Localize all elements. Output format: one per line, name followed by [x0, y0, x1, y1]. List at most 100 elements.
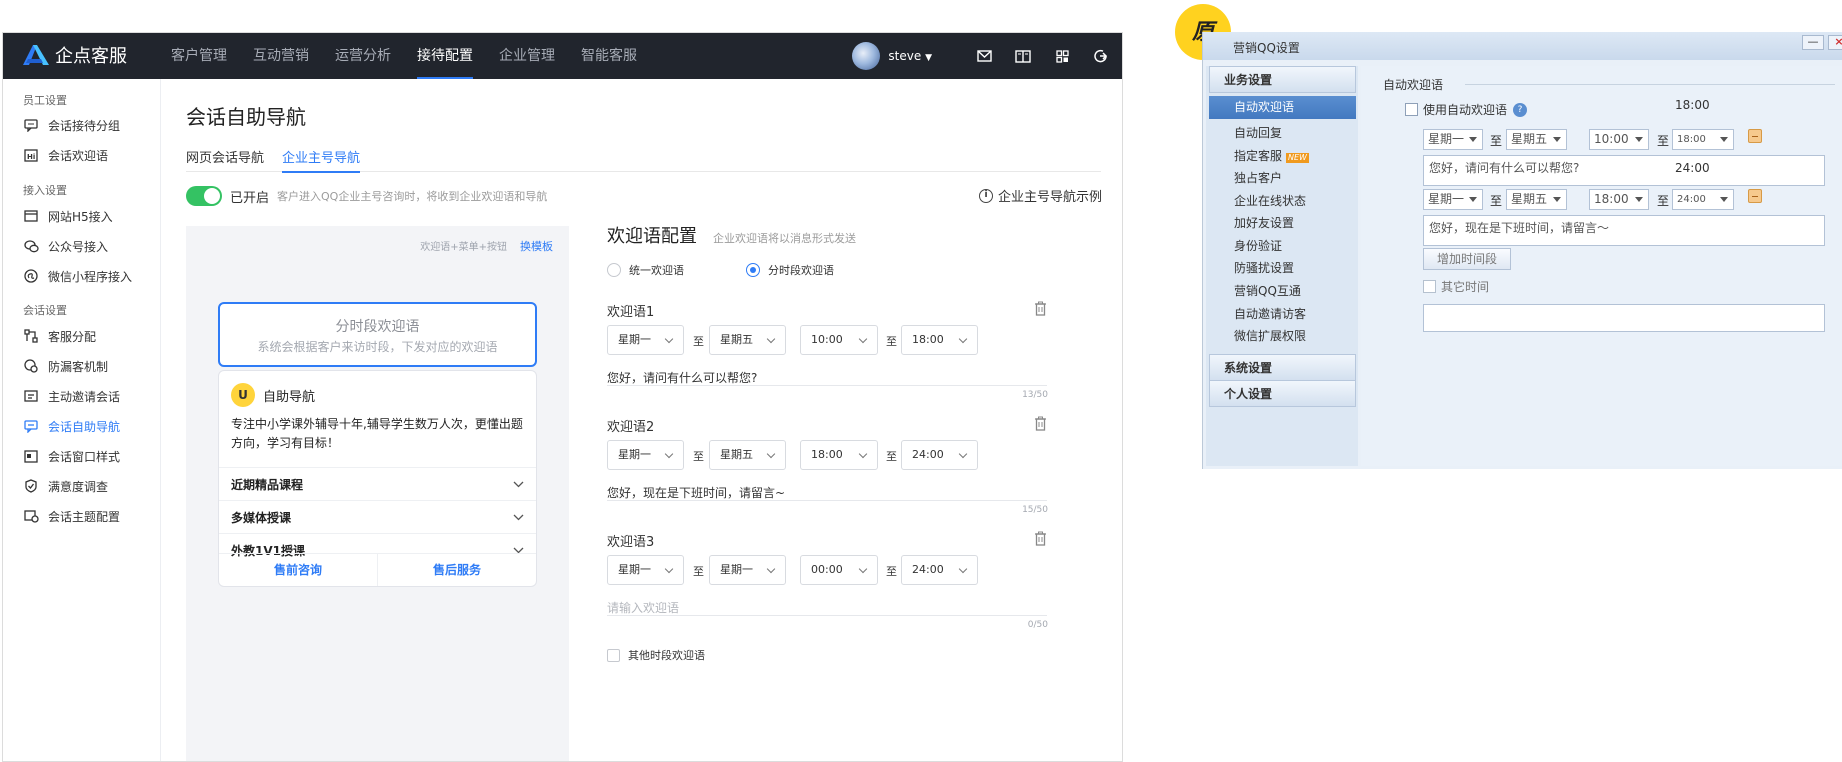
radio-timesliced[interactable] [746, 263, 760, 277]
sidebar-group-access: 接入设置 [23, 184, 67, 197]
nav-smart-service[interactable]: 智能客服 [581, 33, 637, 79]
mail-icon[interactable] [975, 47, 993, 65]
old-day-from-select[interactable]: 星期一 [1423, 189, 1483, 210]
sidebar-item-survey[interactable]: 满意度调查 [23, 477, 108, 495]
trash-icon[interactable] [1034, 531, 1047, 546]
old-window-title: 营销QQ设置 [1233, 41, 1300, 55]
old-item-auto-reply[interactable]: 自动回复 [1234, 124, 1282, 141]
welcome-text-input[interactable]: 请输入欢迎语 [607, 599, 679, 616]
day-from-select[interactable]: 星期一 [607, 555, 684, 585]
user-avatar[interactable] [852, 42, 881, 70]
time-to-select[interactable]: 24:00 [901, 440, 978, 470]
old-item-assigned-agent[interactable]: 指定客服 NEW [1234, 147, 1309, 164]
sidebar-item-window-style[interactable]: 会话窗口样式 [23, 447, 120, 465]
old-section-personal[interactable]: 个人设置 [1209, 380, 1356, 407]
welcome-text-input[interactable]: 您好，现在是下班时间，请留言~ [607, 484, 785, 501]
help-icon[interactable]: ? [1513, 102, 1528, 117]
to-label: 至 [693, 450, 704, 463]
nav-enterprise[interactable]: 企业管理 [499, 33, 555, 79]
presale-button[interactable]: 售前咨询 [219, 554, 377, 586]
other-time-row: 其他时段欢迎语 [607, 647, 705, 663]
old-item-auto-invite[interactable]: 自动邀请访客 [1234, 305, 1306, 322]
grid-apps-icon[interactable] [1053, 47, 1071, 65]
sidebar-item-wechat-official[interactable]: 公众号接入 [23, 237, 108, 255]
old-time-to-select[interactable]: 24:00 [1672, 189, 1734, 210]
other-time-checkbox[interactable] [607, 648, 620, 662]
old-other-time-input[interactable] [1423, 304, 1825, 332]
old-item-qq-interop[interactable]: 营销QQ互通 [1234, 282, 1301, 299]
trash-icon[interactable] [1034, 301, 1047, 316]
brand-logo[interactable]: 企点客服 [21, 42, 127, 68]
old-day-to-select[interactable]: 星期五 [1506, 189, 1567, 210]
day-to-select[interactable]: 星期一 [709, 555, 786, 585]
old-welcome-input-2[interactable]: 您好，现在是下班时间，请留言～ [1423, 215, 1825, 246]
logout-icon[interactable] [1092, 47, 1110, 65]
old-time-from-select[interactable]: 18:00 [1589, 189, 1649, 210]
welcome-preview-box[interactable]: 分时段欢迎语 系统会根据客户来访时段，下发对应的欢迎语 [218, 302, 537, 367]
old-item-auto-welcome[interactable]: 自动欢迎语 [1209, 96, 1356, 119]
old-welcome-input-1[interactable]: 您好，请问有什么可以帮您? [1423, 155, 1825, 186]
old-time-from-select[interactable]: 10:00 [1589, 129, 1649, 150]
old-section-system[interactable]: 系统设置 [1209, 354, 1356, 381]
aftersale-button[interactable]: 售后服务 [377, 554, 536, 586]
nav-menu-item[interactable]: 多媒体授课 [219, 500, 536, 533]
old-item-exclusive[interactable]: 独占客户 [1234, 169, 1282, 186]
nav-customer[interactable]: 客户管理 [171, 33, 227, 79]
day-from-select[interactable]: 星期一 [607, 440, 684, 470]
remove-row-icon[interactable] [1748, 129, 1762, 143]
time-from-select[interactable]: 10:00 [800, 325, 878, 355]
nav-menu-item[interactable]: 近期精品课程 [219, 467, 536, 500]
old-day-from-select[interactable]: 星期一 [1423, 129, 1483, 150]
old-time-to-select[interactable]: 18:00 [1672, 129, 1734, 150]
tab-enterprise-main-nav[interactable]: 企业主号导航 [282, 147, 361, 173]
old-use-auto-checkbox[interactable] [1405, 103, 1418, 116]
char-count: 13/50 [1022, 390, 1048, 400]
day-to-select[interactable]: 星期五 [709, 440, 786, 470]
old-item-identity[interactable]: 身份验证 [1234, 237, 1282, 254]
add-time-slot-button[interactable]: 增加时间段 [1423, 248, 1511, 270]
sidebar-item-anti-leak[interactable]: 防漏客机制 [23, 357, 108, 375]
old-other-time-checkbox[interactable] [1423, 280, 1436, 293]
old-day-to-select[interactable]: 星期五 [1506, 129, 1567, 150]
close-button[interactable]: × [1828, 35, 1842, 50]
minimize-button[interactable]: — [1802, 35, 1824, 50]
page-title: 会话自助导航 [186, 105, 306, 129]
sidebar-item-h5[interactable]: 网站H5接入 [23, 207, 113, 225]
book-icon[interactable] [1014, 47, 1032, 65]
old-item-wechat-ext[interactable]: 微信扩展权限 [1234, 327, 1306, 344]
invite-icon [23, 388, 39, 404]
sidebar-item-theme[interactable]: 会话主题配置 [23, 507, 120, 525]
time-from-select[interactable]: 00:00 [800, 555, 878, 585]
tab-web-chat-nav[interactable]: 网页会话导航 [186, 147, 264, 166]
sidebar-item-self-nav[interactable]: 会话自助导航 [23, 417, 120, 435]
sidebar-item-welcome[interactable]: Hi 会话欢迎语 [23, 146, 108, 164]
nav-reception-config[interactable]: 接待配置 [417, 33, 473, 79]
old-item-friend-settings[interactable]: 加好友设置 [1234, 214, 1294, 231]
example-link[interactable]: i 企业主号导航示例 [979, 186, 1102, 205]
to-label: 至 [886, 335, 897, 348]
day-to-select[interactable]: 星期五 [709, 325, 786, 355]
welcome-text-input[interactable]: 您好，请问有什么可以帮您? [607, 369, 757, 386]
sidebar-group-staff: 员工设置 [23, 94, 67, 107]
day-from-select[interactable]: 星期一 [607, 325, 684, 355]
user-menu[interactable]: steve ▼ [888, 49, 932, 63]
old-section-business[interactable]: 业务设置 [1209, 66, 1356, 93]
sidebar-item-invite[interactable]: 主动邀请会话 [23, 387, 120, 405]
sidebar-item-chat-groups[interactable]: 会话接待分组 [23, 116, 120, 134]
brand-logo-icon [23, 45, 49, 65]
trash-icon[interactable] [1034, 416, 1047, 431]
sidebar-item-miniprogram[interactable]: 微信小程序接入 [23, 267, 132, 285]
old-item-online-status[interactable]: 企业在线状态 [1234, 192, 1306, 209]
radio-unified[interactable] [607, 263, 621, 277]
welcome-label: 欢迎语2 [607, 420, 655, 435]
nav-marketing[interactable]: 互动营销 [253, 33, 309, 79]
enable-toggle[interactable] [186, 186, 222, 206]
old-item-anti-harass[interactable]: 防骚扰设置 [1234, 259, 1294, 276]
remove-row-icon[interactable] [1748, 189, 1762, 203]
time-from-select[interactable]: 18:00 [800, 440, 878, 470]
switch-template-link[interactable]: 换模板 [520, 238, 553, 254]
nav-analytics[interactable]: 运营分析 [335, 33, 391, 79]
time-to-select[interactable]: 18:00 [901, 325, 978, 355]
time-to-select[interactable]: 24:00 [901, 555, 978, 585]
sidebar-item-allocation[interactable]: 客服分配 [23, 327, 96, 345]
